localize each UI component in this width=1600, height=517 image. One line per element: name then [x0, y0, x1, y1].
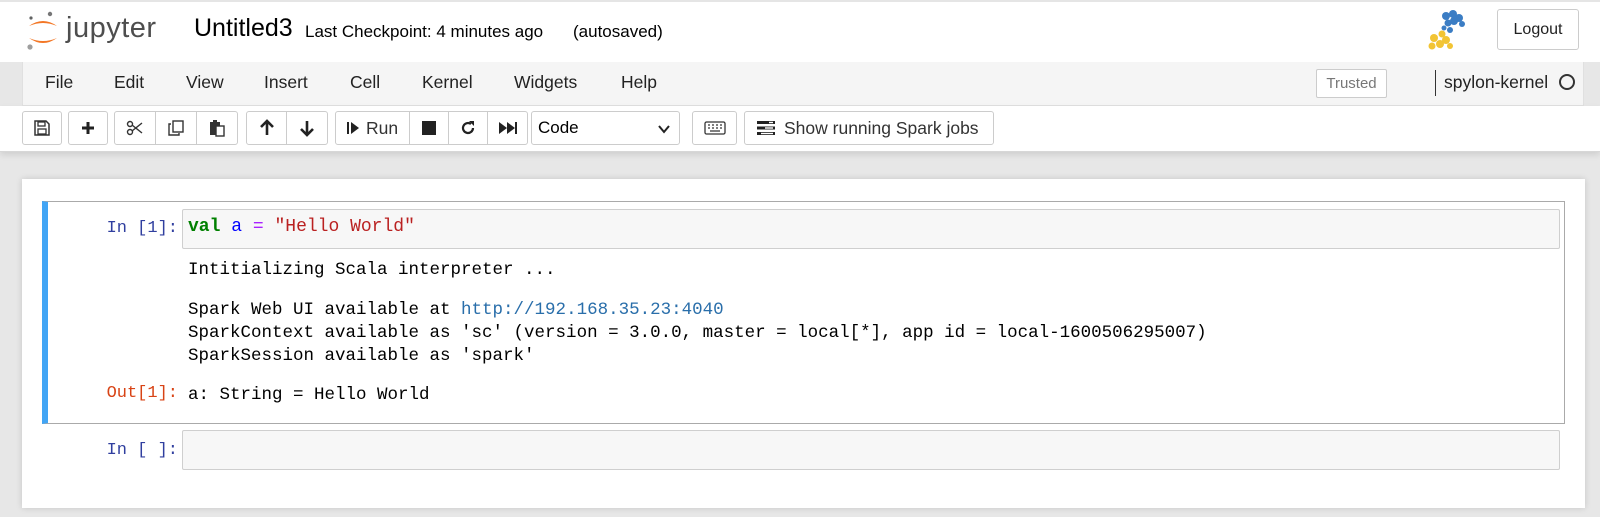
- restart-run-all-button[interactable]: [487, 111, 528, 145]
- kernel-separator: [1435, 70, 1436, 96]
- notebook-container: In [1]: val a = "Hello World" Intitializ…: [22, 179, 1585, 508]
- kernel-name[interactable]: spylon-kernel: [1444, 72, 1548, 93]
- stdout-line: SparkContext available as 'sc' (version …: [188, 323, 1207, 343]
- cell-type-value: Code: [538, 118, 579, 137]
- notebook-name[interactable]: Untitled3: [194, 14, 293, 43]
- kernel-idle-indicator-icon: [1559, 74, 1575, 90]
- keyboard-icon: [703, 121, 726, 135]
- stdout-line: Spark Web UI available at http://192.168…: [188, 299, 724, 322]
- copy-icon: [168, 120, 184, 136]
- menu-view[interactable]: View: [186, 72, 224, 93]
- stop-icon: [422, 121, 436, 135]
- spark-ui-link[interactable]: http://192.168.35.23:4040: [461, 300, 724, 320]
- trusted-badge[interactable]: Trusted: [1316, 69, 1387, 98]
- stdout-line: SparkSession available as 'spark': [188, 346, 535, 366]
- show-spark-jobs-label: Show running Spark jobs: [784, 117, 979, 138]
- code-operator: =: [252, 217, 264, 237]
- jupyter-logo[interactable]: jupyter: [26, 10, 176, 52]
- cell-type-select[interactable]: Code: [531, 111, 680, 145]
- stdout-line: Intitializing Scala interpreter ...: [188, 260, 556, 280]
- save-button[interactable]: [22, 111, 62, 145]
- tasks-icon: [757, 121, 775, 135]
- stdout-text: Spark Web UI available at: [188, 300, 462, 320]
- input-prompt: In [1]:: [106, 219, 178, 238]
- code-variable: a: [231, 217, 243, 237]
- scissors-icon: [126, 120, 143, 136]
- jupyter-logo-icon: [27, 11, 57, 50]
- output-prompt: Out[1]:: [106, 384, 178, 403]
- fast-forward-icon: [498, 122, 517, 134]
- copy-button[interactable]: [155, 111, 197, 145]
- cut-button[interactable]: [114, 111, 156, 145]
- menu-widgets[interactable]: Widgets: [514, 72, 577, 93]
- paste-button[interactable]: [196, 111, 238, 145]
- menubar: File Edit View Insert Cell Kernel Widget…: [22, 62, 1584, 106]
- code-editor-empty[interactable]: [182, 430, 1560, 470]
- execute-result: a: String = Hello World: [188, 385, 430, 405]
- restart-button[interactable]: [448, 111, 488, 145]
- toolbar: Run Code Show running Spark jobs: [0, 106, 1600, 152]
- step-forward-icon: [347, 122, 359, 134]
- show-spark-jobs-button[interactable]: Show running Spark jobs: [744, 111, 994, 145]
- run-button[interactable]: Run: [335, 111, 410, 145]
- interrupt-button[interactable]: [409, 111, 449, 145]
- logout-button[interactable]: Logout: [1497, 9, 1579, 50]
- arrow-up-icon: [259, 119, 274, 135]
- insert-cell-button[interactable]: [68, 111, 108, 145]
- move-down-button[interactable]: [286, 111, 328, 145]
- menu-file[interactable]: File: [45, 72, 73, 93]
- code-keyword: val: [188, 217, 221, 237]
- run-label: Run: [366, 117, 399, 138]
- input-prompt: In [ ]:: [106, 441, 178, 460]
- notebook-header: jupyter Untitled3 Last Checkpoint: 4 min…: [0, 0, 1600, 62]
- paste-icon: [210, 120, 225, 137]
- checkpoint-status: Last Checkpoint: 4 minutes ago: [305, 22, 544, 41]
- plus-icon: [82, 122, 94, 134]
- chevron-down-icon: [658, 125, 670, 134]
- code-editor[interactable]: val a = "Hello World": [182, 209, 1560, 249]
- arrow-down-icon: [300, 121, 314, 137]
- menu-insert[interactable]: Insert: [264, 72, 308, 93]
- move-up-button[interactable]: [246, 111, 287, 145]
- spylon-kernel-logo-icon: [1428, 10, 1465, 50]
- code-string: "Hello World": [274, 217, 415, 237]
- menu-kernel[interactable]: Kernel: [422, 72, 473, 93]
- jupyter-logo-text: jupyter: [66, 12, 157, 44]
- menu-help[interactable]: Help: [621, 72, 657, 93]
- code-cell-selected[interactable]: In [1]: val a = "Hello World" Intitializ…: [42, 201, 1565, 424]
- restart-icon: [461, 121, 475, 135]
- command-palette-button[interactable]: [692, 111, 737, 145]
- save-icon: [34, 120, 50, 136]
- menu-edit[interactable]: Edit: [114, 72, 144, 93]
- autosave-status: (autosaved): [573, 22, 663, 41]
- menu-cell[interactable]: Cell: [350, 72, 380, 93]
